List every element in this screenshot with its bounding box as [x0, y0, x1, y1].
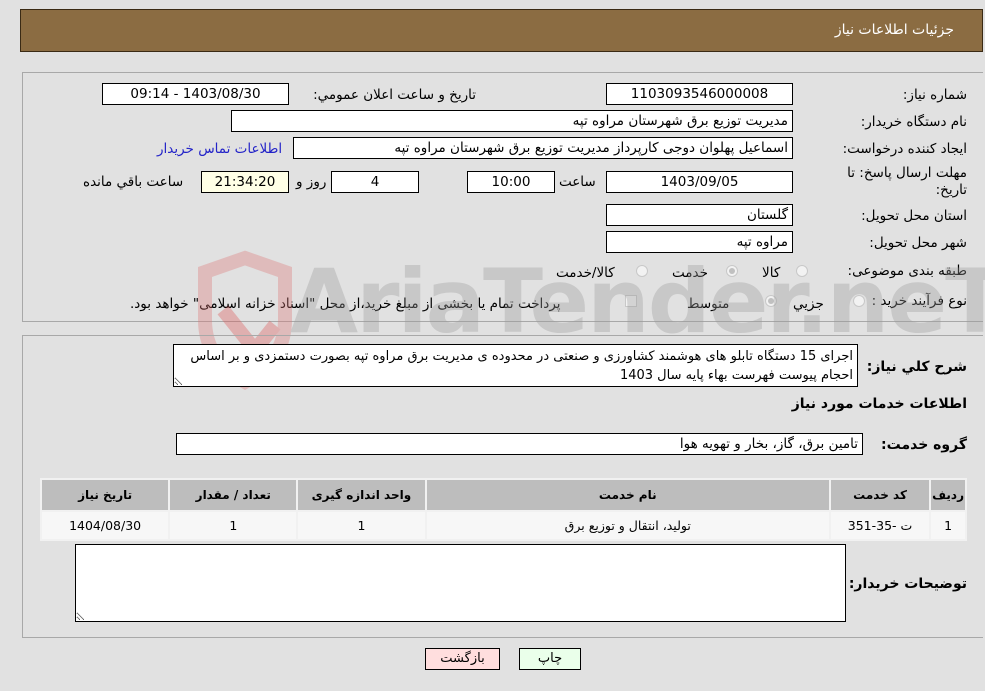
announce-field: 1403/08/30 - 09:14: [102, 83, 289, 105]
category-label: طبقه بندی موضوعی:: [847, 263, 967, 279]
cell-need-date: 1404/08/30: [42, 512, 169, 539]
page-title: جزئیات اطلاعات نیاز: [834, 22, 954, 38]
page-header: جزئیات اطلاعات نیاز: [20, 9, 983, 52]
cell-unit: 1: [298, 512, 425, 539]
category-radio-service[interactable]: [726, 265, 738, 277]
time-remaining-label: ساعت باقي مانده: [83, 174, 184, 190]
deadline-time-field: 10:00: [467, 171, 555, 193]
service-group-field: تامین برق، گاز، بخار و تهویه هوا: [176, 433, 863, 455]
need-number-field: 1103093546000008: [606, 83, 793, 105]
category-option-goods: کالا: [762, 265, 781, 281]
treasury-checkbox[interactable]: [625, 295, 637, 307]
table-header-row: ردیف کد خدمت نام خدمت واحد اندازه گیری ت…: [42, 480, 965, 510]
back-button[interactable]: بازگشت: [425, 648, 500, 670]
buyer-contact-link[interactable]: اطلاعات تماس خریدار: [157, 141, 282, 157]
col-service-name: نام خدمت: [426, 480, 829, 510]
process-radio-minor[interactable]: [853, 295, 865, 307]
table-row: 1 ت -35-351 تولید، انتقال و توزیع برق 1 …: [42, 512, 965, 539]
deadline-date-field: 1403/09/05: [606, 171, 793, 193]
buyer-org-field: مدیریت توزیع برق شهرستان مراوه تپه: [231, 110, 793, 132]
col-need-date: تاریخ نیاز: [42, 480, 169, 510]
process-option-minor: جزیي: [793, 296, 824, 312]
days-remaining-field: 4: [331, 171, 419, 193]
category-radio-goods[interactable]: [796, 265, 808, 277]
city-label: شهر محل تحویل:: [869, 235, 967, 251]
process-label: نوع فرآیند خرید :: [871, 293, 967, 309]
cell-service-code: ت -35-351: [830, 512, 930, 539]
time-remaining-field: 21:34:20: [201, 171, 289, 193]
col-row-number: ردیف: [931, 480, 965, 510]
category-radio-goods-service[interactable]: [636, 265, 648, 277]
deadline-label: مهلت ارسال پاسخ: تا تاریخ:: [847, 165, 967, 198]
cell-row-number: 1: [931, 512, 965, 539]
treasury-note: پرداخت تمام یا بخشی از مبلغ خرید،از محل …: [130, 296, 561, 312]
cell-quantity: 1: [170, 512, 297, 539]
buyer-org-label: نام دستگاه خریدار:: [860, 114, 967, 130]
announce-label: تاریخ و ساعت اعلان عمومي:: [313, 87, 476, 103]
col-service-code: کد خدمت: [830, 480, 930, 510]
cell-service-name: تولید، انتقال و توزیع برق: [426, 512, 829, 539]
days-label: روز و: [296, 174, 327, 190]
buyer-notes-label: توضیحات خریدار:: [848, 576, 967, 592]
category-option-goods-service: کالا/خدمت: [556, 265, 615, 281]
description-label: شرح کلي نیاز:: [866, 359, 967, 375]
services-section-title: اطلاعات خدمات مورد نیاز: [791, 396, 967, 412]
print-button[interactable]: چاپ: [519, 648, 581, 670]
province-label: استان محل تحویل:: [861, 208, 967, 224]
description-textarea[interactable]: اجرای 15 دستگاه تابلو های هوشمند کشاورزی…: [173, 344, 858, 387]
creator-field: اسماعیل پهلوان دوجی کارپرداز مدیریت توزی…: [293, 137, 793, 159]
city-field: مراوه تپه: [606, 231, 793, 253]
deadline-time-label: ساعت: [559, 174, 596, 190]
col-quantity: تعداد / مقدار: [170, 480, 297, 510]
col-unit: واحد اندازه گیری: [298, 480, 425, 510]
need-number-label: شماره نیاز:: [902, 87, 967, 103]
process-option-medium: متوسط: [687, 296, 730, 312]
creator-label: ایجاد کننده درخواست:: [842, 141, 967, 157]
province-field: گلستان: [606, 204, 793, 226]
buyer-notes-textarea[interactable]: [75, 544, 846, 622]
category-option-service: خدمت: [672, 265, 708, 281]
process-radio-medium[interactable]: [765, 295, 777, 307]
services-table: ردیف کد خدمت نام خدمت واحد اندازه گیری ت…: [40, 478, 967, 541]
service-group-label: گروه خدمت:: [881, 437, 967, 453]
